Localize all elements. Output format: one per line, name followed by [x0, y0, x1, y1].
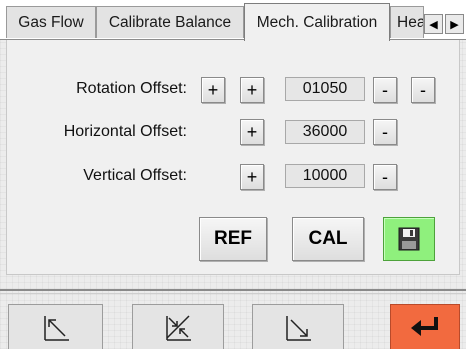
horizontal-plus-button[interactable]: +: [240, 119, 264, 145]
arrow-down-right-icon: [286, 316, 311, 341]
ref-button[interactable]: REF: [199, 217, 267, 261]
move-center-button[interactable]: [132, 304, 224, 349]
vertical-minus-button[interactable]: -: [373, 164, 397, 190]
back-button[interactable]: [390, 304, 460, 349]
arrows-converge-icon: [166, 315, 191, 341]
rotation-offset-label: Rotation Offset:: [76, 80, 187, 97]
move-up-left-button[interactable]: [8, 304, 103, 349]
rotation-plus-fine-button[interactable]: +: [240, 77, 264, 103]
horizontal-offset-value[interactable]: 36000: [285, 120, 365, 144]
rotation-minus-fine-button[interactable]: -: [373, 77, 397, 103]
rotation-minus-coarse-button[interactable]: -: [411, 77, 435, 103]
move-down-right-button[interactable]: [252, 304, 344, 349]
floppy-disk-icon: [398, 227, 420, 251]
rotation-offset-value[interactable]: 01050: [285, 77, 365, 101]
tab-mech-calibration[interactable]: Mech. Calibration: [244, 3, 390, 41]
footer-divider: [0, 289, 466, 291]
vertical-plus-button[interactable]: +: [240, 164, 264, 190]
horizontal-offset-label: Horizontal Offset:: [63, 123, 187, 140]
tab-gas-flow[interactable]: Gas Flow: [6, 6, 96, 38]
tab-calibrate-balance[interactable]: Calibrate Balance: [96, 6, 244, 38]
save-button[interactable]: [383, 217, 435, 261]
horizontal-minus-button[interactable]: -: [373, 119, 397, 145]
tab-scroll-left-icon[interactable]: ◀: [424, 14, 443, 34]
tab-label: Mech. Calibration: [256, 13, 378, 31]
cal-button[interactable]: CAL: [292, 217, 364, 261]
tab-scroll-right-icon[interactable]: ▶: [445, 14, 464, 34]
tab-label: Hea: [397, 13, 424, 31]
vertical-offset-value[interactable]: 10000: [285, 164, 365, 188]
mech-calibration-panel: Rotation Offset: + + 01050 - - Horizonta…: [6, 40, 460, 275]
tab-label: Calibrate Balance: [108, 13, 232, 31]
arrow-up-left-icon: [43, 316, 69, 341]
back-enter-icon: [411, 317, 438, 336]
tab-bar: Gas Flow Calibrate Balance Mech. Calibra…: [0, 0, 466, 41]
vertical-offset-label: Vertical Offset:: [83, 167, 187, 184]
tab-heating[interactable]: Hea: [390, 6, 424, 38]
footer-divider-light: [0, 293, 466, 294]
tab-scroll-controls: ◀ ▶: [424, 14, 466, 36]
tab-label: Gas Flow: [18, 13, 84, 31]
rotation-plus-coarse-button[interactable]: +: [201, 77, 225, 103]
